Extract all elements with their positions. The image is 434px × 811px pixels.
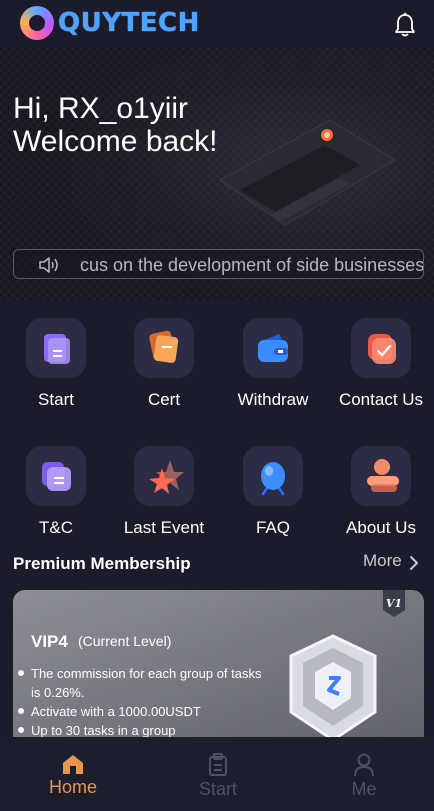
notice-marquee[interactable]: cus on the development of side businesse… [13,249,424,279]
logo-icon [20,6,54,40]
menu-event-icon-box [134,446,194,506]
menu-cert-icon-box [134,318,194,378]
vip-badge-text: V1 [386,597,402,610]
bell-icon[interactable] [394,12,416,38]
greeting-name: Hi, RX_o1yiir [13,92,189,125]
vip-card[interactable]: V1 VIP4 (Current Level) The commission f… [13,590,424,750]
menu-terms-label: T&C [39,518,73,537]
menu-terms[interactable]: T&C [6,446,106,538]
menu-start-icon-box [26,318,86,378]
menu-about-us[interactable]: About Us [331,446,431,538]
user-icon [354,753,374,777]
notice-text: cus on the development of side businesse… [80,255,424,275]
vip-badge: V1 [383,590,405,617]
menu-terms-icon-box [26,446,86,506]
people-icon [367,459,399,492]
menu-contact-us[interactable]: Contact Us [331,318,431,410]
device-illustration [219,120,396,226]
vip-benefit: The commission for each group of tasks i… [17,664,267,702]
menu-about-label: About Us [346,518,416,537]
menu-about-icon-box [351,446,411,506]
brand-name: QUYTECH [58,8,200,38]
tab-start-label: Start [198,779,237,799]
menu-cert[interactable]: Cert [114,318,214,410]
vip-benefit: Activate with a 1000.00USDT [17,702,267,721]
menu-withdraw-label: Withdraw [237,390,309,409]
menu-event-label: Last Event [123,518,205,537]
tab-home-label: Home [48,777,97,797]
tab-home[interactable]: Home [23,737,123,798]
menu-withdraw[interactable]: Withdraw [223,318,323,410]
menu-faq[interactable]: FAQ [223,446,323,538]
menu-contact-label: Contact Us [338,390,424,409]
top-bar: QUYTECH [0,0,434,48]
menu-withdraw-icon-box [243,318,303,378]
vip-current-level: (Current Level) [78,633,172,649]
tab-start[interactable]: Start [168,737,268,800]
menu-faq-icon-box [243,446,303,506]
bottom-tab-bar: Home Start Me [0,737,434,811]
speaker-icon [39,257,58,273]
menu-start[interactable]: Start [6,318,106,410]
tab-me[interactable]: Me [314,737,414,800]
clipboard-icon [209,753,227,776]
menu-last-event[interactable]: Last Event [114,446,214,538]
menu-start-label: Start [38,390,74,409]
chevron-right-icon[interactable] [409,555,419,571]
wallet-icon [258,334,288,362]
document-icon [44,334,70,364]
more-link[interactable]: More [363,551,402,571]
menu-contact-icon-box [351,318,411,378]
menu-cert-label: Cert [147,390,181,409]
certificate-icon [149,330,179,363]
vip-level: VIP4 [31,632,68,651]
envelope-icon [368,334,396,364]
star-icon [149,460,184,494]
home-icon [63,755,83,774]
section-title: Premium Membership [13,554,191,573]
shield-icon [289,634,377,742]
menu-faq-label: FAQ [255,518,290,537]
terms-icon [42,462,71,491]
greeting-welcome: Welcome back! [13,125,218,158]
vip-benefits-list: The commission for each group of tasks i… [17,664,267,740]
question-icon [261,462,285,496]
tab-me-label: Me [351,779,377,799]
brand-logo[interactable]: QUYTECH [20,6,200,40]
